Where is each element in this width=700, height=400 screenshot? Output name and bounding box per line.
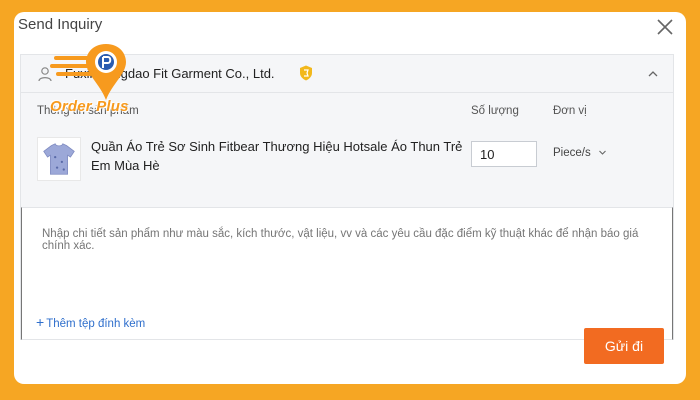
add-attachment-link[interactable]: + Thêm tệp đính kèm — [36, 314, 145, 330]
logo-text: Order Plus — [50, 98, 129, 115]
send-button[interactable]: Gửi đi — [584, 328, 664, 364]
order-plus-logo: Order Plus — [48, 40, 152, 118]
quantity-input[interactable] — [471, 141, 537, 167]
plus-icon: + — [36, 314, 45, 330]
product-title-link[interactable]: Quần Áo Trẻ Sơ Sinh Fitbear Thương Hiệu … — [91, 137, 463, 175]
order-plus-pin-icon — [50, 44, 126, 100]
send-inquiry-dialog: Send Inquiry Fuxin Qingdao Fit Garment C… — [14, 12, 686, 384]
column-header-unit: Đơn vị — [553, 105, 587, 117]
close-icon[interactable] — [654, 16, 676, 38]
product-thumbnail[interactable] — [37, 137, 81, 181]
add-attachment-label: Thêm tệp đính kèm — [46, 318, 146, 330]
chevron-down-icon — [599, 151, 606, 156]
dialog-title: Send Inquiry — [18, 16, 103, 33]
chevron-up-icon[interactable] — [647, 68, 659, 80]
unit-select-value: Piece/s — [553, 147, 591, 159]
tshirt-icon — [43, 143, 75, 175]
column-header-quantity: Số lượng — [471, 105, 519, 117]
gold-shield-icon — [300, 65, 312, 81]
unit-select[interactable]: Piece/s — [553, 147, 607, 159]
